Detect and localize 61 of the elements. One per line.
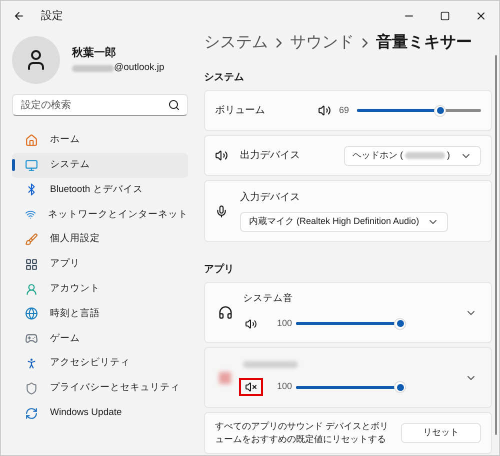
app-name: システム音 xyxy=(243,292,294,306)
volume-slider[interactable] xyxy=(357,104,481,116)
headphones-icon xyxy=(218,305,232,320)
sidebar-item[interactable]: システム xyxy=(12,152,188,178)
window-title: 設定 xyxy=(41,8,63,24)
apps-icon xyxy=(25,258,38,271)
sidebar-item[interactable]: ホーム xyxy=(12,128,188,153)
volume-label: ボリューム xyxy=(215,104,265,118)
redacted-blur xyxy=(219,372,231,384)
sidebar-item[interactable]: 時刻と言語 xyxy=(12,302,188,326)
sidebar-item[interactable]: Bluetooth とデバイス xyxy=(12,178,188,202)
search-icon xyxy=(168,99,180,111)
sidebar-item[interactable]: 個人用設定 xyxy=(12,227,188,252)
avatar xyxy=(12,36,60,84)
user-email: @outlook.jp xyxy=(114,61,164,76)
breadcrumb-item: 音量ミキサー xyxy=(376,32,472,53)
home-icon xyxy=(25,134,38,147)
speaker-icon xyxy=(215,149,228,162)
close-icon[interactable] xyxy=(475,10,487,22)
section-heading: システム xyxy=(204,71,245,85)
sidebar-item[interactable]: アプリ xyxy=(12,252,188,277)
globe-icon xyxy=(25,307,38,320)
volume-reading: 100 xyxy=(277,316,292,330)
accessibility-icon xyxy=(25,357,38,370)
speaker-icon[interactable] xyxy=(318,104,331,117)
volume-slider[interactable] xyxy=(296,381,406,393)
sidebar-item[interactable]: ゲーム xyxy=(12,326,188,352)
search-field[interactable]: 設定の検索 xyxy=(12,94,188,116)
brush-icon xyxy=(25,233,38,246)
volume-reading: 100 xyxy=(277,380,292,394)
input-device-label: 入力デバイス xyxy=(240,190,301,205)
reset-button[interactable]: リセット xyxy=(401,423,481,443)
sidebar-item[interactable]: ネットワークとインターネット xyxy=(12,202,188,228)
sidebar-item[interactable]: プライバシーとセキュリティ xyxy=(12,376,188,401)
person-icon xyxy=(25,282,38,296)
input-device-dropdown[interactable]: 内蔵マイク (Realtek High Definition Audio) xyxy=(240,212,448,232)
output-device-label: 出力デバイス xyxy=(240,148,300,163)
speaker-icon[interactable] xyxy=(245,318,257,330)
gamepad-icon xyxy=(25,332,38,346)
section-heading: アプリ xyxy=(204,262,235,277)
monitor-icon xyxy=(25,158,38,172)
redacted-blur xyxy=(243,361,298,368)
sidebar-item[interactable]: Windows Update xyxy=(12,400,188,426)
shield-icon xyxy=(25,382,38,395)
volume-slider[interactable] xyxy=(296,318,406,330)
back-icon[interactable] xyxy=(13,10,25,22)
sidebar-item[interactable]: アカウント xyxy=(12,276,188,302)
redacted-blur xyxy=(405,152,445,159)
breadcrumb-item[interactable]: システム xyxy=(204,31,268,55)
microphone-icon xyxy=(215,204,228,218)
output-device-dropdown[interactable]: ヘッドホン ( ) xyxy=(344,146,481,166)
breadcrumb-item[interactable]: サウンド xyxy=(290,31,354,55)
user-name: 秋葉一郎 xyxy=(72,46,117,61)
reset-description: すべてのアプリのサウンド デバイスとボリュームをおすすめの既定値にリセットする xyxy=(215,420,390,446)
maximize-icon[interactable] xyxy=(440,11,450,21)
sidebar-item[interactable]: アクセシビリティ xyxy=(12,351,188,376)
bluetooth-icon xyxy=(25,183,38,196)
update-icon xyxy=(25,406,38,420)
volume-reading: 69 xyxy=(338,104,349,117)
muted-speaker-icon[interactable] xyxy=(245,381,257,393)
redacted-blur xyxy=(72,64,114,72)
